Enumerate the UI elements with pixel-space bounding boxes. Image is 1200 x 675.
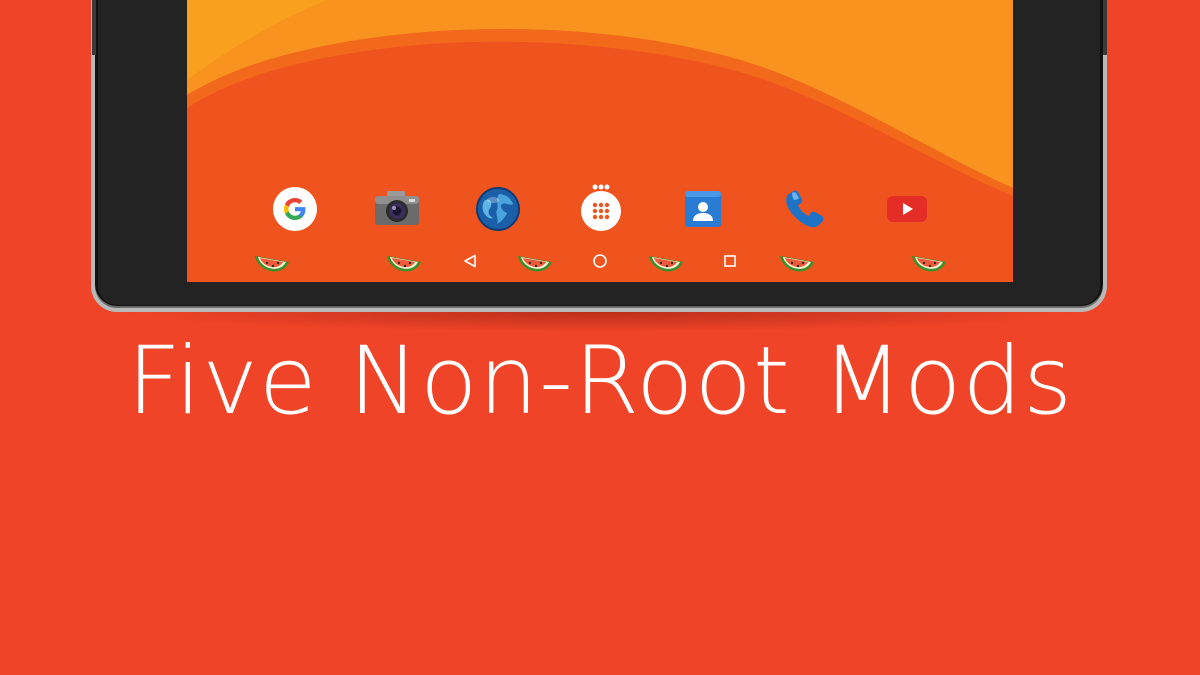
contacts-app[interactable]	[677, 183, 729, 235]
google-icon	[273, 187, 317, 231]
recents-square-icon	[724, 255, 736, 267]
tablet-side-edge-left	[92, 0, 96, 55]
watermelon-icon	[912, 256, 946, 272]
tablet-screen	[187, 0, 1013, 282]
youtube-icon	[887, 196, 927, 222]
watermelon-icon	[255, 256, 289, 272]
youtube-app[interactable]	[881, 183, 933, 235]
camera-app[interactable]	[371, 183, 423, 235]
headline-title: Five Non-Root Mods	[126, 327, 1074, 436]
app-drawer-icon	[581, 184, 621, 231]
phone-icon	[786, 190, 824, 228]
camera-icon	[375, 191, 419, 225]
browser-app[interactable]	[472, 183, 524, 235]
home-button[interactable]	[589, 250, 611, 272]
app-drawer-button[interactable]	[575, 183, 627, 235]
navigation-bar	[187, 240, 1013, 282]
watermelon-icon	[780, 256, 814, 272]
back-triangle-icon	[464, 254, 476, 268]
tablet-side-edge-right	[1103, 0, 1107, 55]
watermelon-icon	[649, 256, 683, 272]
phone-app[interactable]	[779, 183, 831, 235]
recents-button[interactable]	[719, 250, 741, 272]
globe-icon	[476, 187, 520, 231]
watermelon-icon	[387, 256, 421, 272]
google-app[interactable]	[269, 183, 321, 235]
home-circle-icon	[593, 254, 607, 268]
contacts-icon	[685, 191, 721, 227]
app-dock	[187, 183, 1013, 235]
watermelon-icon	[518, 256, 552, 272]
back-button[interactable]	[459, 250, 481, 272]
